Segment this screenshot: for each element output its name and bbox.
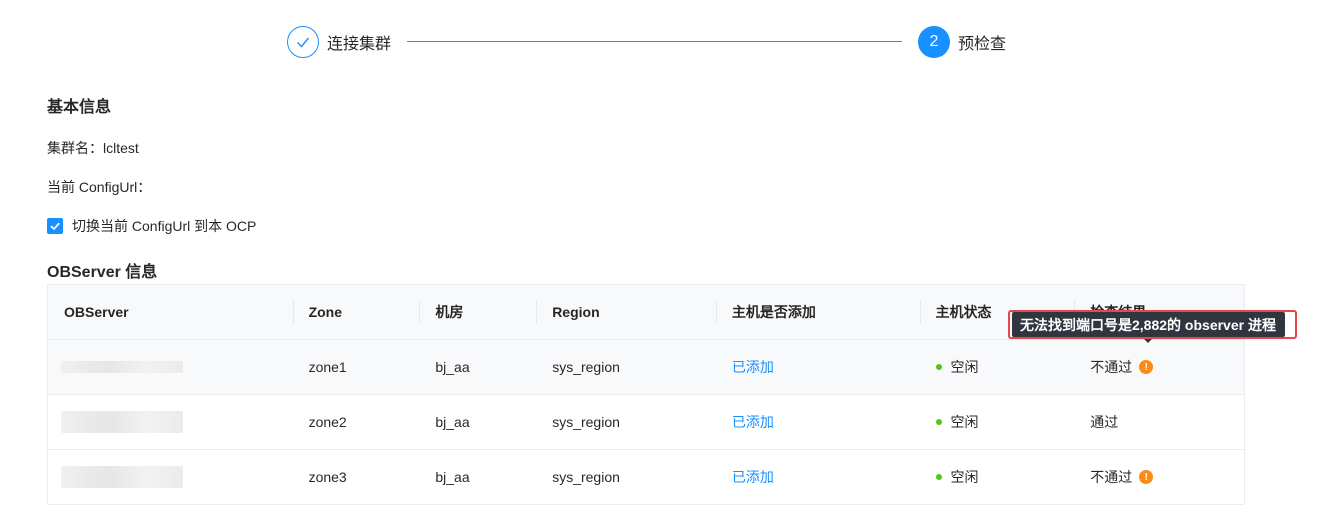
check-result-text: 不通过 [1090,359,1133,375]
check-result-text: 通过 [1090,414,1119,430]
col-header-host-added: 主机是否添加 [715,285,920,339]
col-header-zone: Zone [292,285,420,339]
host-status-text: 空闲 [950,469,979,485]
status-dot [935,419,942,425]
observer-cell [48,450,293,504]
col-header-idc: 机房 [419,285,536,339]
check-result-text: 不通过 [1090,469,1133,485]
step-done-circle [287,26,319,58]
step-connect-cluster[interactable]: 连接集群 [287,26,391,58]
observer-info-title: OBServer 信息 [47,264,158,281]
redacted-observer [61,411,183,433]
steps: 连接集群 2 预检查 [287,26,1047,58]
switch-configurl-checkbox[interactable] [47,218,63,234]
exclamation-circle-icon[interactable]: ! [1139,360,1154,374]
basic-info-title: 基本信息 [47,99,112,116]
region-cell: sys_region [552,359,620,375]
observer-cell [48,395,293,449]
idc-cell: bj_aa [435,469,470,485]
host-added-link[interactable]: 已添加 [732,467,774,487]
table-row[interactable]: zone3 bj_aa sys_region 已添加 空闲 不通过! [48,450,1244,505]
table-row[interactable]: zone1 bj_aa sys_region 已添加 空闲 不通过! [48,340,1244,395]
host-status-cell: 空闲 [920,450,1075,504]
host-added-cell: 已添加 [716,340,920,394]
step-title: 连接集群 [327,36,392,53]
redacted-observer [61,466,183,488]
zone-cell: zone3 [308,469,347,485]
host-status-text: 空闲 [950,359,979,375]
exclamation-circle-icon[interactable]: ! [1139,470,1154,484]
region-cell: sys_region [552,469,620,485]
cluster-name-label: 集群名： [47,140,103,156]
zone-cell: zone2 [308,414,347,430]
host-status-cell: 空闲 [920,395,1075,449]
host-added-cell: 已添加 [716,395,920,449]
idc-cell: bj_aa [435,359,470,375]
switch-configurl-checkbox-row[interactable]: 切换当前 ConfigUrl 到本 OCP [47,216,256,236]
config-url-row: 当前 ConfigUrl： [47,177,151,197]
col-header-region: Region [536,285,716,339]
observer-cell [48,340,293,394]
host-added-link[interactable]: 已添加 [732,412,774,432]
config-url-label: 当前 ConfigUrl： [47,179,152,195]
checkbox-label[interactable]: 切换当前 ConfigUrl 到本 OCP [72,216,256,236]
check-result-cell: 不通过! [1074,340,1244,394]
step-connector [407,41,902,42]
cluster-name-value: lcltest [103,140,139,156]
step-title: 预检查 [958,36,1007,53]
status-dot [935,364,942,370]
highlight-box [1008,310,1297,339]
region-cell: sys_region [552,414,620,430]
table-row[interactable]: zone2 bj_aa sys_region 已添加 空闲 通过 [48,395,1244,450]
col-header-observer: OBServer [64,304,129,320]
check-icon [297,37,310,48]
idc-cell: bj_aa [435,414,470,430]
host-status-cell: 空闲 [920,340,1075,394]
zone-cell: zone1 [308,359,347,375]
step-precheck[interactable]: 2 预检查 [918,26,1006,58]
cluster-name-row: 集群名：lcltest [47,138,139,158]
step-number: 2 [918,26,950,58]
redacted-observer [61,361,183,373]
check-result-cell: 不通过! [1074,450,1244,504]
check-icon [50,222,60,231]
check-result-cell: 通过 [1074,395,1244,449]
status-dot [935,474,942,480]
host-added-cell: 已添加 [716,450,920,504]
host-added-link[interactable]: 已添加 [732,357,774,377]
host-status-text: 空闲 [950,414,979,430]
